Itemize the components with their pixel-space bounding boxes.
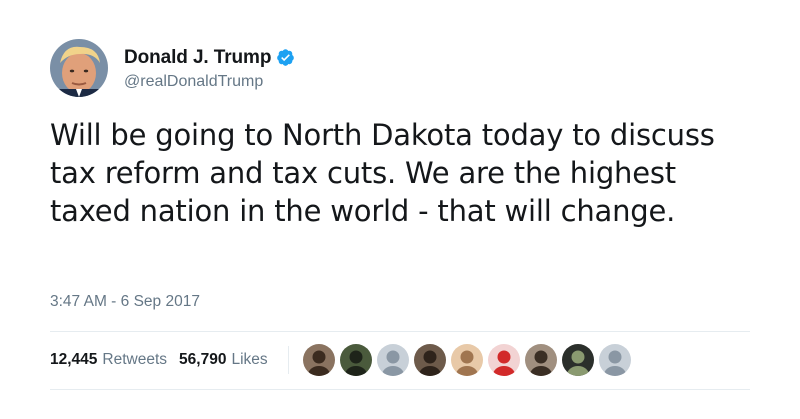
avatar-person-icon [376,344,409,376]
divider-top [50,331,750,332]
liker-avatar[interactable] [487,344,520,376]
retweets-stat[interactable]: 12,445 Retweets [50,351,167,369]
liker-avatar[interactable] [302,344,335,376]
avatar-person-icon [302,344,335,376]
avatar-person-icon [450,344,483,376]
liker-avatar[interactable] [376,344,409,376]
retweets-label: Retweets [102,351,168,368]
tweet-stats: 12,445 Retweets 56,790 Likes [50,340,636,380]
liker-avatar[interactable] [450,344,483,376]
liker-avatar[interactable] [598,344,631,376]
display-name[interactable]: Donald J. Trump [124,47,271,69]
likes-label: Likes [231,351,268,368]
stats-separator [287,346,289,374]
avatar-person-icon [413,344,446,376]
liker-avatar[interactable] [339,344,372,376]
liker-avatar[interactable] [524,344,557,376]
avatar-person-icon [524,344,557,376]
avatar-person-icon [598,344,631,376]
tweet-text: Will be going to North Dakota today to d… [50,118,715,228]
tweet-card: Donald J. Trump @realDonaldTrump Will be… [0,0,800,419]
name-row: Donald J. Trump [124,46,295,70]
avatar-person-icon [487,344,520,376]
user-names: Donald J. Trump @realDonaldTrump [124,46,295,91]
liker-avatar[interactable] [413,344,446,376]
avatar-person-icon [561,344,594,376]
tweet-header: Donald J. Trump @realDonaldTrump [50,38,295,98]
user-avatar[interactable] [50,39,108,97]
avatar-portrait-icon [50,39,108,97]
liker-avatars [302,344,636,376]
likes-stat[interactable]: 56,790 Likes [179,351,268,369]
verified-badge-icon [276,48,295,67]
retweets-count: 12,445 [50,351,98,368]
liker-avatar[interactable] [561,344,594,376]
divider-bottom [50,389,750,390]
avatar-person-icon [339,344,372,376]
tweet-timestamp[interactable]: 3:47 AM - 6 Sep 2017 [50,293,200,311]
likes-count: 56,790 [179,351,227,368]
user-handle[interactable]: @realDonaldTrump [124,73,295,91]
